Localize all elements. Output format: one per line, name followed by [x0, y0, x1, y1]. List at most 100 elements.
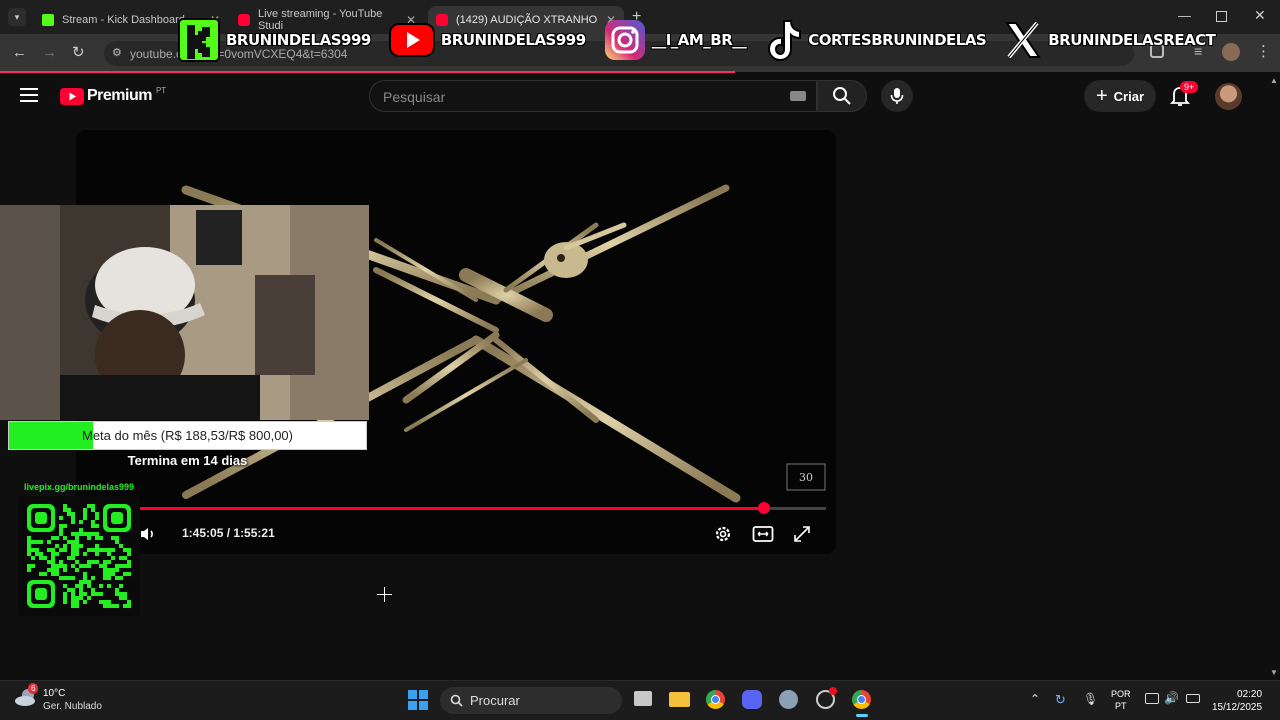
guide-menu-icon[interactable] [20, 88, 38, 102]
qr-module [63, 596, 67, 600]
volume-icon [141, 528, 153, 540]
language-code: POR [1111, 689, 1131, 699]
reload-icon[interactable]: ↻ [72, 43, 85, 61]
qr-module [87, 548, 91, 552]
maximize-icon[interactable] [1216, 11, 1227, 22]
duration: 1:55:21 [233, 526, 275, 540]
qr-module [119, 584, 123, 588]
qr-module [127, 552, 131, 556]
chrome-icon[interactable] [706, 690, 725, 709]
youtube-premium-logo[interactable]: Premium PT [60, 85, 167, 105]
task-view-icon[interactable] [634, 691, 652, 706]
qr-module [67, 588, 71, 592]
qr-module [27, 544, 31, 548]
qr-module [51, 552, 55, 556]
webcam-image [0, 205, 369, 420]
tab-search-button[interactable]: ▾ [8, 8, 26, 26]
qr-module [79, 528, 83, 532]
back-icon[interactable]: ← [12, 44, 27, 61]
qr-module [83, 512, 87, 516]
qr-module [31, 548, 35, 552]
show-hidden-icons-chevron-icon[interactable]: ⌃ [1030, 692, 1040, 706]
qr-module [43, 572, 47, 576]
qr-module [99, 536, 103, 540]
scroll-down-arrow[interactable]: ▼ [1270, 668, 1278, 677]
time-separator: / [223, 526, 234, 540]
channel-watermark: 30 [799, 471, 813, 484]
qr-module [103, 604, 107, 608]
close-window-icon[interactable]: ✕ [1254, 7, 1266, 24]
keyboard-layout: PT [1115, 701, 1127, 711]
qr-module [99, 548, 103, 552]
account-avatar[interactable] [1215, 83, 1242, 110]
qr-module [83, 552, 87, 556]
qr-module [83, 532, 87, 536]
language-indicator[interactable]: POR PT [1111, 688, 1131, 712]
qr-module [107, 548, 111, 552]
search-input[interactable]: Pesquisar [369, 80, 817, 112]
file-explorer-icon[interactable] [669, 692, 690, 707]
qr-module [115, 540, 119, 544]
discord-icon[interactable] [742, 690, 762, 709]
qr-module [39, 572, 43, 576]
site-info-icon[interactable]: ⚙ [112, 46, 122, 59]
fullscreen-button[interactable] [794, 526, 810, 547]
browser-menu-icon[interactable]: ⋮ [1256, 42, 1271, 60]
qr-module [87, 532, 91, 536]
qr-module [103, 576, 107, 580]
theater-mode-button[interactable] [752, 525, 774, 548]
notifications-badge: 9+ [1180, 81, 1199, 93]
video-progress-bar[interactable] [140, 502, 826, 514]
search-button[interactable] [817, 80, 867, 112]
qr-module [75, 604, 79, 608]
forward-icon[interactable]: → [42, 44, 57, 61]
battery-icon[interactable] [1186, 694, 1200, 703]
gear-icon [715, 526, 731, 542]
keyboard-icon[interactable] [790, 91, 806, 101]
qr-module [35, 540, 39, 544]
qr-module [59, 524, 63, 528]
goal-deadline: Termina em 14 dias [127, 453, 248, 468]
scroll-up-arrow[interactable]: ▲ [1270, 76, 1278, 85]
clock[interactable]: 02:20 15/12/2025 [1212, 688, 1262, 714]
qr-module [59, 532, 63, 536]
qr-module [103, 572, 107, 576]
qr-module [75, 548, 79, 552]
obs-studio-icon[interactable] [816, 687, 837, 709]
qr-module [111, 548, 115, 552]
qr-module [71, 516, 75, 520]
settings-app-icon[interactable] [779, 690, 798, 709]
microphone-tray-icon[interactable]: 🎙 [1083, 692, 1098, 706]
sync-icon[interactable]: ↻ [1055, 692, 1066, 708]
qr-module [115, 604, 119, 608]
qr-module [115, 568, 119, 572]
qr-module [75, 552, 79, 556]
qr-module [63, 564, 67, 568]
taskbar-search[interactable]: Procurar [440, 687, 622, 714]
qr-module [87, 596, 91, 600]
network-icon[interactable] [1145, 693, 1159, 704]
qr-module [79, 580, 83, 584]
weather-widget[interactable]: 6 [14, 683, 39, 712]
qr-module [55, 572, 59, 576]
profile-avatar[interactable] [1222, 43, 1240, 61]
volume-button[interactable] [140, 526, 156, 547]
qr-module [99, 584, 103, 588]
chrome-active-icon[interactable] [852, 690, 871, 709]
search-icon [833, 87, 851, 105]
qr-module [47, 560, 51, 564]
qr-module [39, 556, 43, 560]
social-youtube: BRUNINDELAS999 [388, 23, 586, 57]
theater-mode-icon [752, 526, 774, 542]
youtube-logo-icon [60, 87, 84, 105]
settings-button[interactable] [713, 524, 733, 549]
qr-module [103, 548, 107, 552]
notifications-button[interactable]: 9+ [1169, 81, 1199, 112]
qr-module [91, 548, 95, 552]
speaker-icon[interactable]: 🔊 [1164, 691, 1179, 705]
windows-start-icon[interactable] [408, 690, 428, 710]
qr-module [119, 544, 123, 548]
voice-search-button[interactable] [881, 80, 913, 112]
create-button[interactable]: + Criar [1084, 80, 1156, 112]
logo-region: PT [155, 85, 167, 95]
